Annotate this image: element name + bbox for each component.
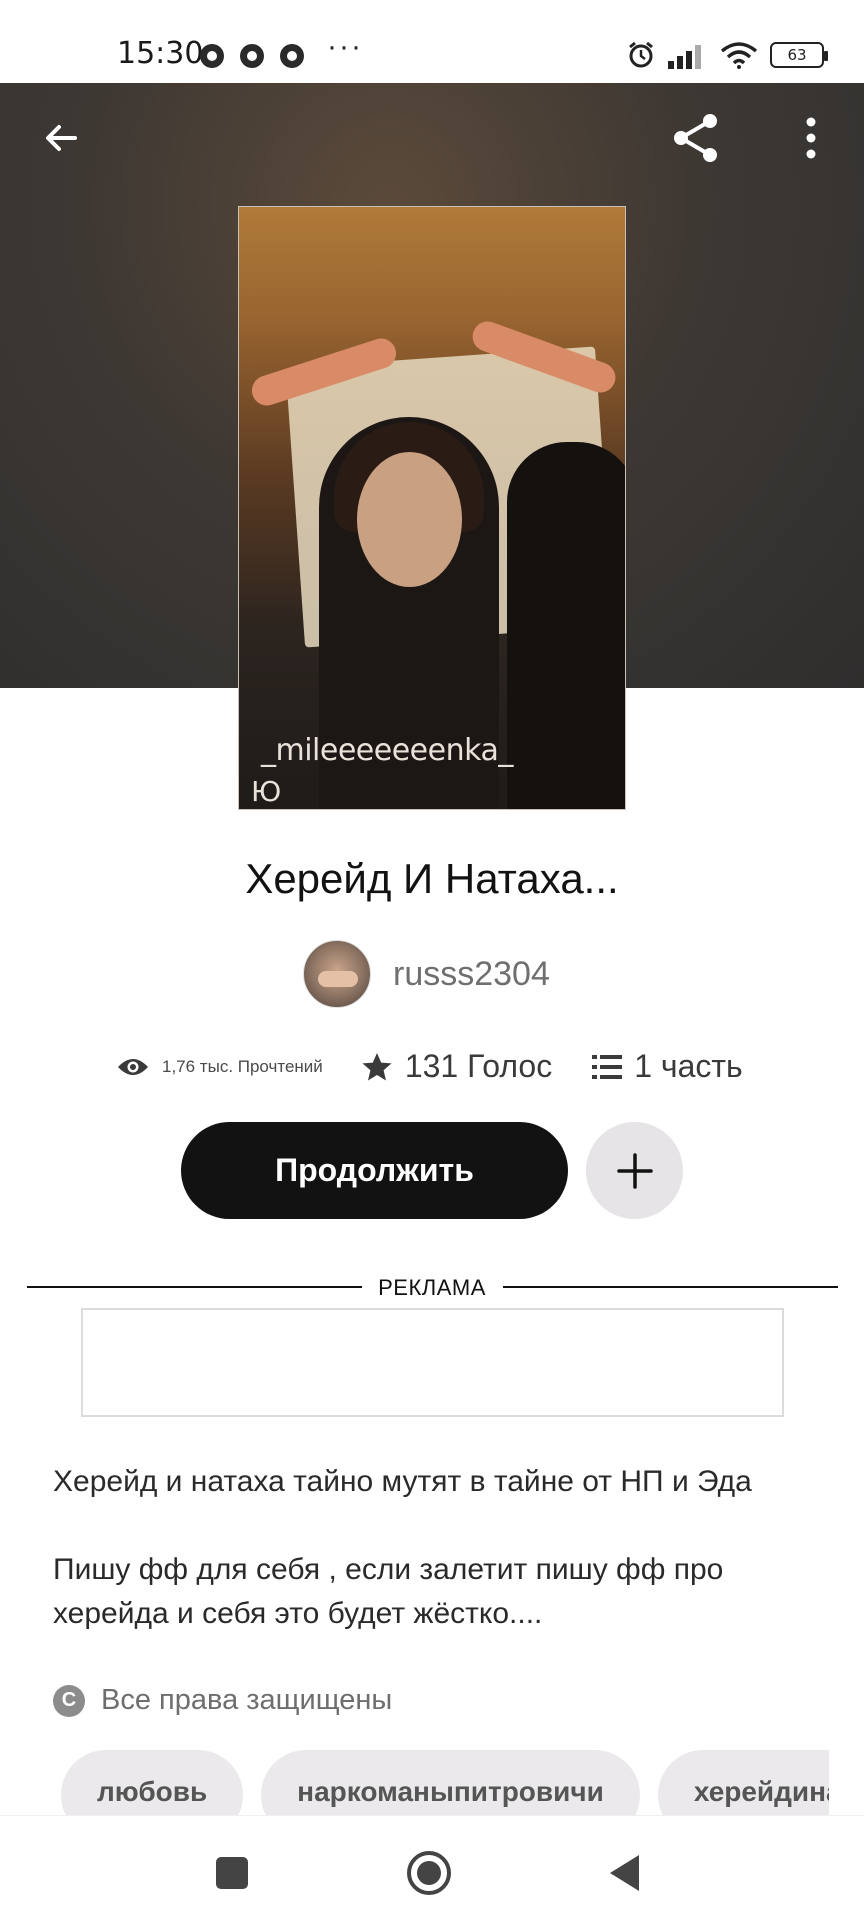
- reads-count: 1,76 тыс. Прочтений: [162, 1056, 323, 1076]
- signal-icon: [668, 45, 701, 69]
- ad-placeholder[interactable]: [81, 1308, 784, 1417]
- chrome-notification-icon: [240, 44, 264, 68]
- votes-count: 131 Голос: [404, 1048, 553, 1084]
- votes-stat: 131 Голос: [361, 1048, 552, 1085]
- story-cover-image[interactable]: _mileeeeeeenka_ Ю: [238, 206, 626, 810]
- tag-chip[interactable]: любовь: [61, 1750, 244, 1816]
- triangle-back-icon: [610, 1855, 639, 1891]
- continue-reading-button[interactable]: Продолжить: [181, 1122, 568, 1219]
- alarm-icon: [629, 41, 653, 68]
- cover-face: [357, 452, 462, 587]
- reads-stat: 1,76 тыс. Прочтений: [116, 1055, 323, 1079]
- tag-chip[interactable]: наркоманыпитровичи: [261, 1750, 640, 1816]
- star-icon: [362, 1052, 392, 1080]
- add-to-library-button[interactable]: [586, 1122, 683, 1219]
- home-circle-icon: [407, 1851, 451, 1895]
- status-time: 15:30: [117, 36, 204, 71]
- more-options-button[interactable]: [783, 110, 839, 166]
- home-button[interactable]: [404, 1848, 454, 1898]
- plus-icon: [616, 1152, 653, 1189]
- back-nav-button[interactable]: [600, 1848, 650, 1898]
- status-bar: 15:30 ··· 63: [0, 0, 864, 83]
- copyright-icon: C: [53, 1684, 85, 1717]
- author-link[interactable]: russs2304: [303, 940, 550, 1008]
- chrome-notification-icon: [200, 44, 224, 68]
- square-icon: [216, 1857, 248, 1889]
- cover-watermark-letter: Ю: [251, 775, 282, 808]
- back-button[interactable]: [33, 110, 89, 166]
- tag-chip[interactable]: херейдинатаха: [657, 1750, 829, 1816]
- author-name[interactable]: russs2304: [393, 955, 550, 994]
- story-stats: 1,76 тыс. Прочтений 131 Голос 1 часть: [116, 1048, 743, 1085]
- recents-button[interactable]: [207, 1848, 257, 1898]
- wifi-icon: [720, 42, 758, 69]
- share-button[interactable]: [668, 110, 724, 166]
- continue-label: Продолжить: [275, 1152, 474, 1188]
- story-title: Херейд И Натаха...: [245, 855, 619, 902]
- copyright-notice: C Все права защищены: [53, 1684, 392, 1717]
- tag-list: любовь наркоманыпитровичи херейдинатаха: [61, 1750, 829, 1816]
- story-description: Херейд и натаха тайно мутят в тайне от Н…: [53, 1460, 823, 1680]
- description-paragraph: Пишу фф для себя , если залетит пишу фф …: [53, 1553, 724, 1630]
- cover-watermark: _mileeeeeeenka_: [261, 733, 513, 768]
- eye-icon: [118, 1058, 148, 1075]
- avatar[interactable]: [303, 940, 371, 1008]
- description-paragraph: Херейд и натаха тайно мутят в тайне от Н…: [53, 1465, 752, 1498]
- battery-level: 63: [787, 46, 807, 64]
- parts-stat[interactable]: 1 часть: [592, 1048, 743, 1085]
- cover-person: [507, 442, 625, 809]
- share-icon: [674, 114, 717, 162]
- copyright-text: Все права защищены: [101, 1684, 393, 1716]
- ad-label: РЕКЛАМА: [378, 1275, 486, 1300]
- battery-indicator: 63: [770, 42, 828, 68]
- divider: [503, 1286, 838, 1288]
- arrow-left-icon: [46, 125, 77, 151]
- more-vertical-icon: [806, 117, 816, 159]
- list-icon: [592, 1054, 623, 1079]
- chrome-notification-icon: [280, 44, 304, 68]
- parts-count[interactable]: 1 часть: [634, 1048, 742, 1085]
- more-notifications: ···: [327, 30, 363, 63]
- system-navigation-bar: [0, 1815, 864, 1920]
